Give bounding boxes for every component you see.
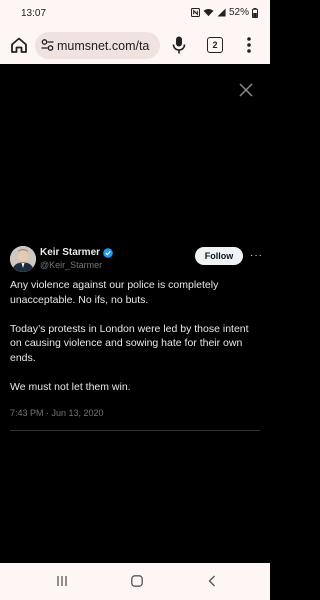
- divider: [10, 430, 260, 431]
- close-icon[interactable]: [238, 82, 254, 98]
- avatar[interactable]: [10, 246, 36, 272]
- tweet-paragraph: Any violence against our police is compl…: [10, 279, 219, 306]
- status-bar: 13:07 52%: [0, 0, 270, 26]
- url-text: mumsnet.com/ta: [57, 39, 150, 53]
- home-icon[interactable]: [9, 35, 29, 55]
- signal-icon: [217, 8, 226, 17]
- tweet-paragraph: We must not let them win.: [10, 380, 131, 393]
- mic-icon[interactable]: [170, 35, 188, 55]
- author-name[interactable]: Keir Starmer: [40, 247, 113, 258]
- verified-badge-icon: [103, 247, 113, 258]
- more-options-button[interactable]: ···: [250, 250, 263, 261]
- more-vert-icon[interactable]: [245, 36, 253, 54]
- tweet-timestamp[interactable]: 7:43 PM · Jun 13, 2020: [10, 408, 104, 418]
- battery-percent: 52%: [228, 7, 249, 18]
- status-time: 13:07: [21, 8, 47, 19]
- browser-toolbar: mumsnet.com/ta 2: [0, 26, 270, 64]
- back-icon[interactable]: [207, 575, 217, 587]
- battery-icon: [252, 7, 258, 18]
- author-handle[interactable]: @Keir_Starmer: [40, 260, 102, 270]
- wifi-icon: [203, 8, 214, 17]
- recents-icon[interactable]: [56, 575, 68, 587]
- tune-icon[interactable]: [41, 38, 54, 52]
- tweet-paragraph: Today’s protests in London were led by t…: [10, 322, 249, 364]
- follow-button[interactable]: Follow: [195, 247, 243, 265]
- author-name-text: Keir Starmer: [40, 247, 101, 258]
- tabs-button[interactable]: 2: [207, 37, 223, 53]
- system-nav-bar: [0, 563, 270, 600]
- tweet-text: Any violence against our police is compl…: [10, 278, 260, 409]
- nfc-icon: [190, 8, 200, 17]
- nav-home-icon[interactable]: [131, 575, 143, 587]
- status-icons: 52%: [190, 7, 258, 18]
- address-bar[interactable]: mumsnet.com/ta: [35, 32, 160, 59]
